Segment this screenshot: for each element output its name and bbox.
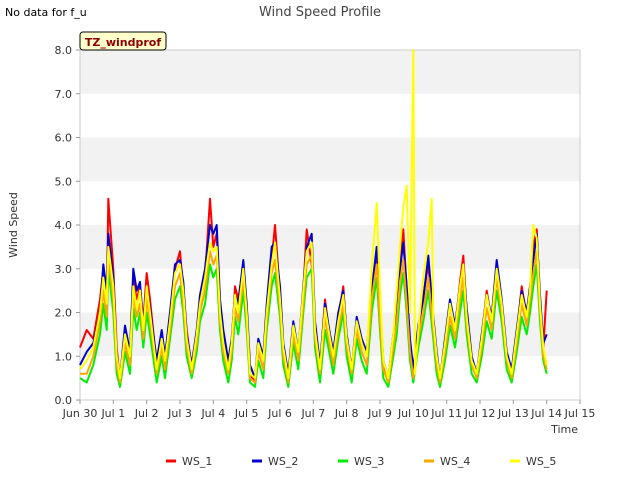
legend-label: WS_1 bbox=[182, 455, 212, 468]
x-tick-label: Jul 5 bbox=[234, 407, 259, 420]
x-tick-label: Jul 9 bbox=[367, 407, 392, 420]
legend-label: WS_2 bbox=[268, 455, 298, 468]
grid-band bbox=[80, 93, 580, 138]
grid-band bbox=[80, 225, 580, 269]
legend-label: WS_5 bbox=[526, 455, 556, 468]
legend-label: WS_3 bbox=[354, 455, 384, 468]
x-tick-label: Jul 15 bbox=[564, 407, 596, 420]
y-tick-label: 7.0 bbox=[55, 88, 73, 101]
x-axis-ticks: Jun 30 Jul 1 Jul 2 Jul 3 Jul 4 Jul 5 Jul 6 Jul … bbox=[62, 400, 596, 420]
x-tick-label: Jul 14 bbox=[530, 407, 562, 420]
y-tick-label: 3.0 bbox=[55, 263, 73, 276]
x-tick-label: Jul 11 bbox=[430, 407, 462, 420]
x-tick-label: Jul 4 bbox=[200, 407, 225, 420]
y-tick-label: 6.0 bbox=[55, 132, 73, 145]
y-tick-label: 8.0 bbox=[55, 44, 73, 57]
grid-band bbox=[80, 50, 580, 94]
grid-band bbox=[80, 137, 580, 182]
grid-band bbox=[80, 268, 580, 313]
x-tick-label: Jul 3 bbox=[167, 407, 192, 420]
y-axis-label: Wind Speed bbox=[7, 192, 20, 258]
x-tick-label: Jul 2 bbox=[134, 407, 159, 420]
wind-speed-chart: Wind Speed Profile Wind Speed Time 0.0 1.… bbox=[7, 5, 596, 468]
x-tick-label: Jul 8 bbox=[334, 407, 359, 420]
y-tick-label: 1.0 bbox=[55, 350, 73, 363]
legend: WS_1 WS_2 WS_3 WS_4 WS_5 bbox=[166, 455, 556, 468]
chart-title: Wind Speed Profile bbox=[259, 5, 381, 20]
y-axis-ticks: 0.0 1.0 2.0 3.0 4.0 5.0 6.0 7.0 8.0 bbox=[55, 44, 80, 407]
site-label-box: TZ_windprof bbox=[79, 31, 167, 51]
grid-band bbox=[80, 181, 580, 225]
x-tick-label: Jul 6 bbox=[267, 407, 292, 420]
y-tick-label: 2.0 bbox=[55, 307, 73, 320]
x-tick-label: Jul 10 bbox=[397, 407, 429, 420]
x-tick-label: Jul 12 bbox=[464, 407, 496, 420]
x-tick-label: Jul 13 bbox=[497, 407, 529, 420]
x-axis-label: Time bbox=[550, 423, 578, 436]
x-tick-label: Jul 1 bbox=[100, 407, 125, 420]
site-label: TZ_windprof bbox=[85, 36, 161, 49]
x-tick-label: Jul 7 bbox=[300, 407, 325, 420]
y-tick-label: 4.0 bbox=[55, 219, 73, 232]
y-tick-label: 0.0 bbox=[55, 394, 73, 407]
y-tick-label: 5.0 bbox=[55, 175, 73, 188]
legend-label: WS_4 bbox=[440, 455, 470, 468]
x-tick-label: Jun 30 bbox=[62, 407, 98, 420]
